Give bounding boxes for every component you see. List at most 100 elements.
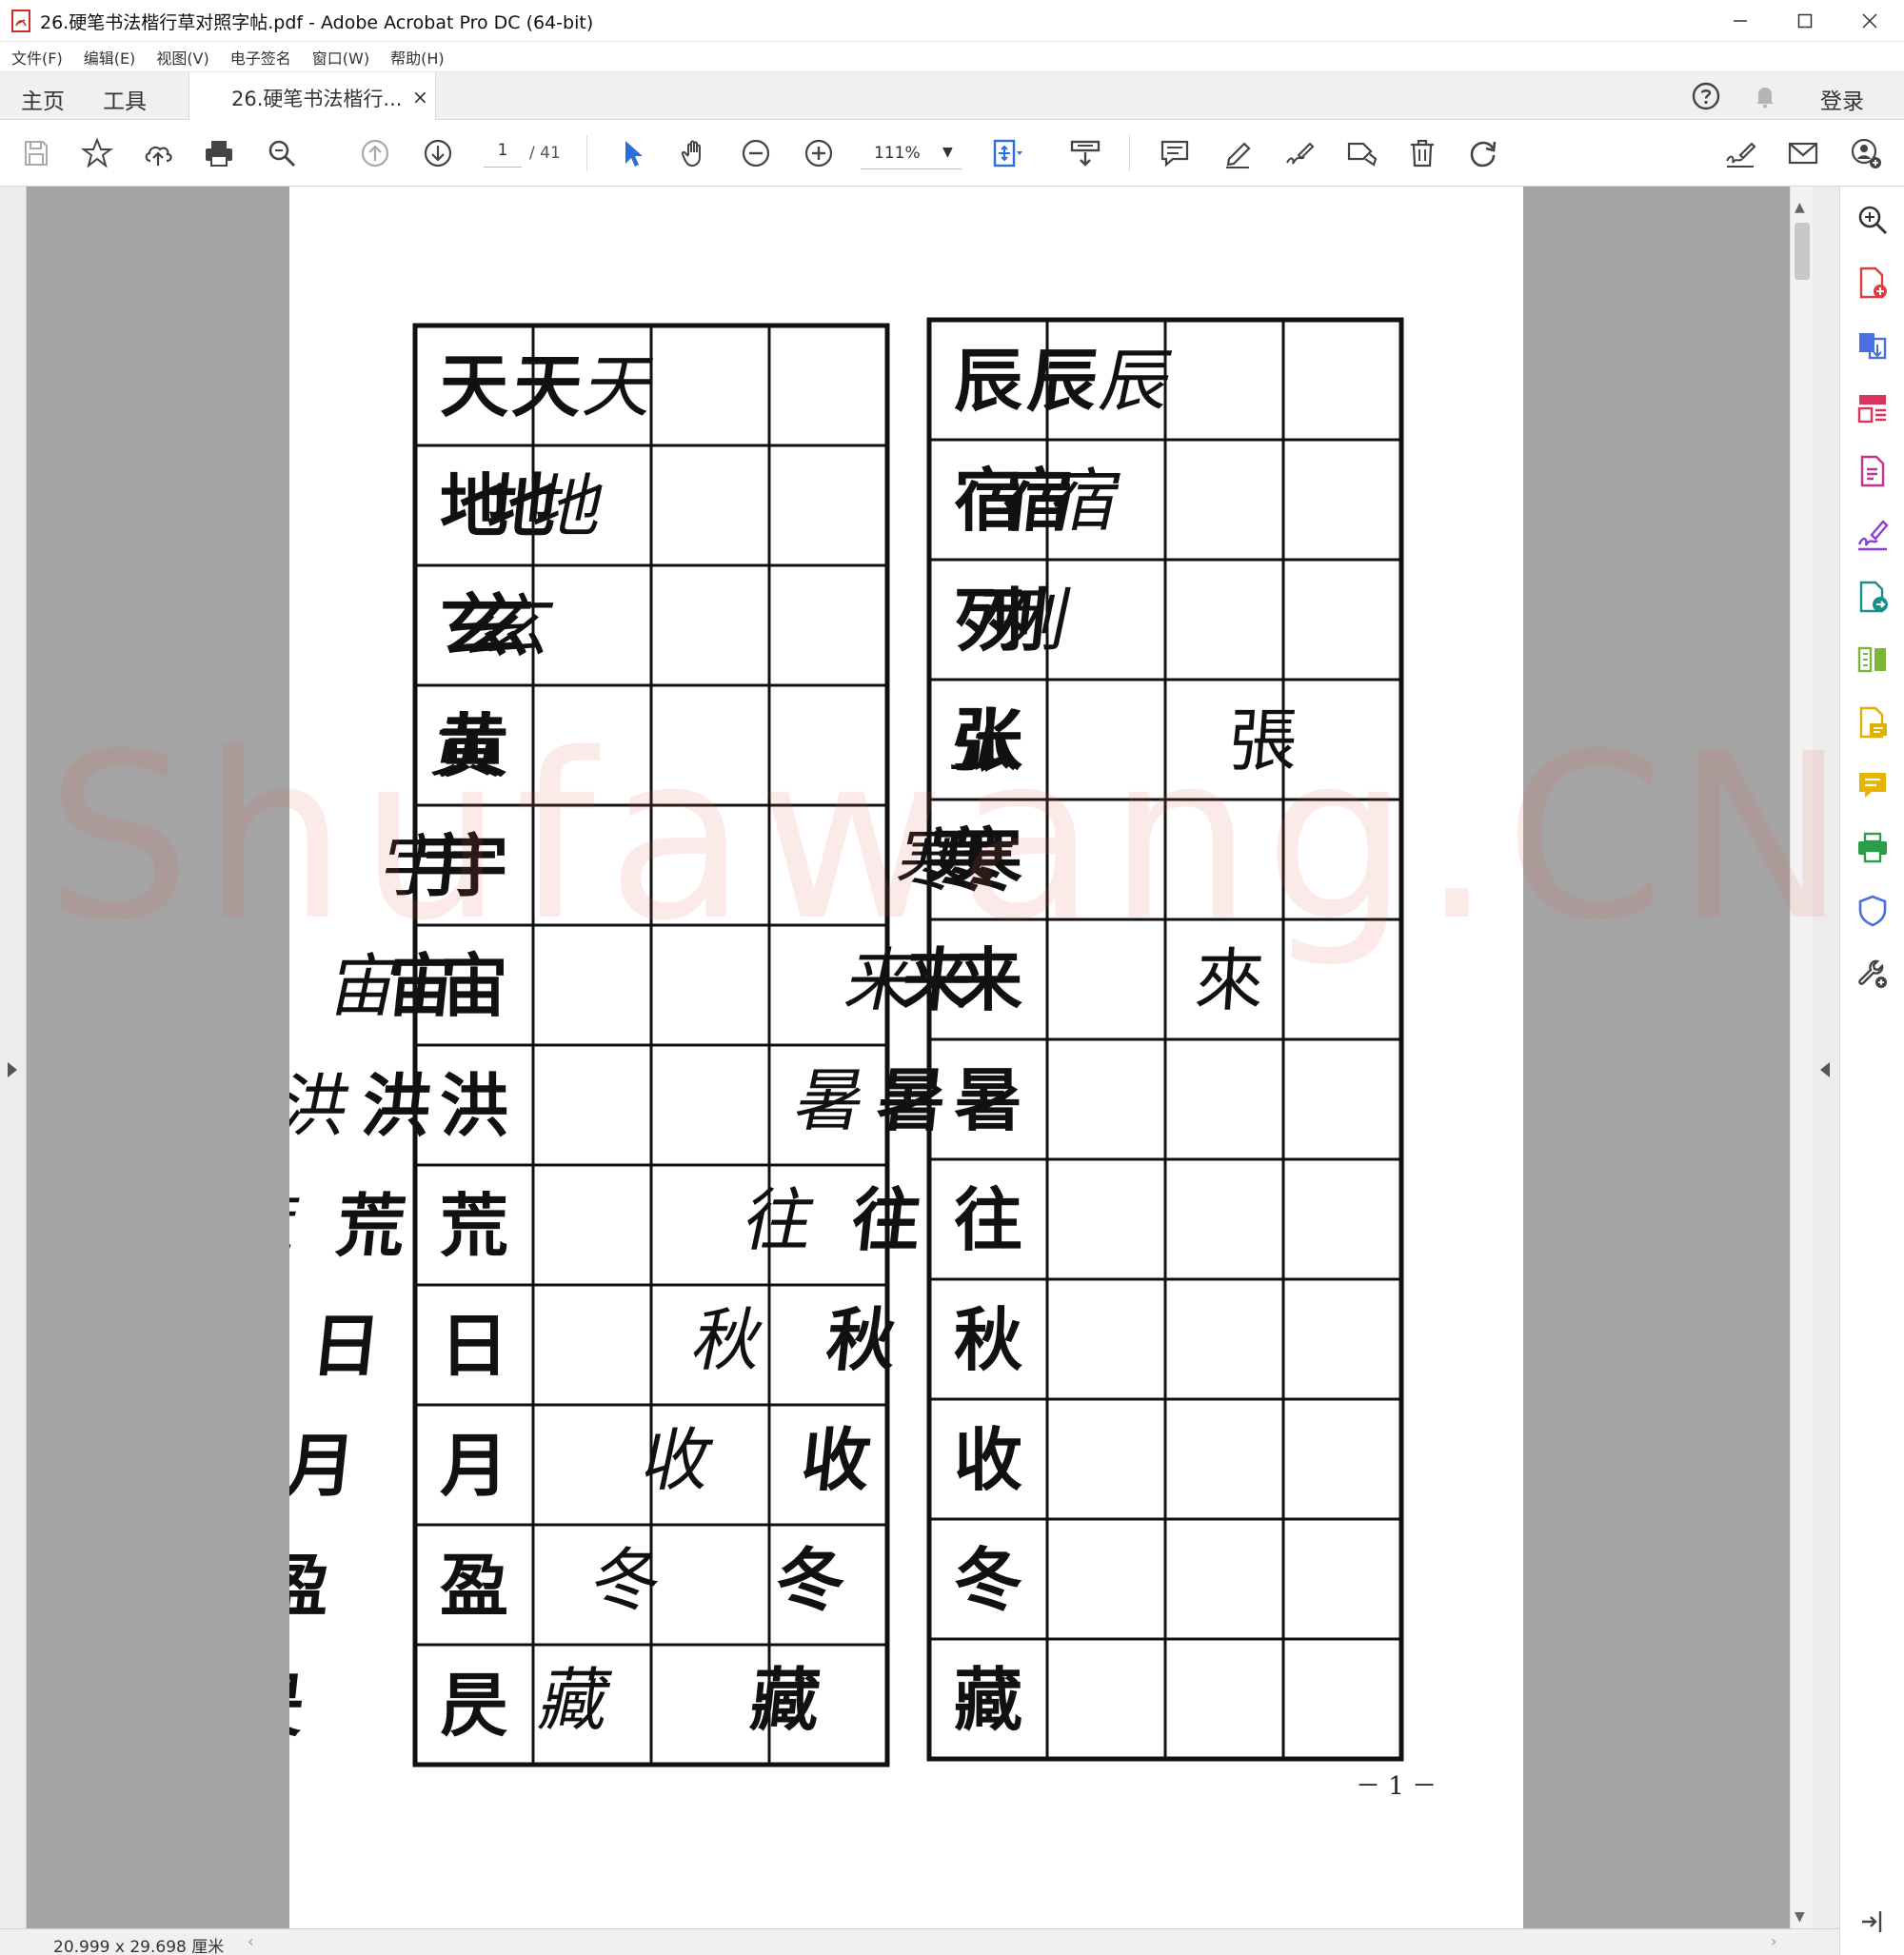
scrollbar-thumb[interactable] [1795, 223, 1810, 280]
sign-icon [1726, 142, 1756, 168]
upload-cloud-button[interactable] [141, 136, 175, 170]
minus-circle-icon [742, 139, 770, 168]
trash-icon [1411, 139, 1434, 168]
scroll-mode-button[interactable] [1068, 136, 1102, 170]
next-page-button[interactable] [421, 136, 455, 170]
menu-help[interactable]: 帮助(H) [390, 46, 445, 69]
menu-edit[interactable]: 编辑(E) [84, 46, 136, 69]
copybook-character: 張 [1226, 701, 1300, 780]
copybook-character: 收 [954, 1419, 1022, 1500]
copybook-character: 洪 [289, 1067, 357, 1147]
status-bar: 20.999 x 29.698 厘米 ‹ › [0, 1928, 1839, 1955]
fill-sign-button[interactable] [1723, 136, 1757, 170]
send-for-comments-button[interactable] [1854, 704, 1891, 741]
draw-button[interactable] [1281, 136, 1316, 170]
vertical-scrollbar[interactable]: ▲ ▼ [1790, 187, 1813, 1928]
create-pdf-button[interactable] [1854, 265, 1891, 301]
copybook-character: 盈 [440, 1545, 508, 1626]
print-production-button[interactable] [1854, 830, 1891, 866]
copybook-character: 秋 [823, 1300, 901, 1381]
add-user-icon [1851, 138, 1881, 168]
copybook-character: 荒 [332, 1186, 409, 1267]
copybook-character: 藏 [954, 1659, 1022, 1740]
highlighter-icon [1226, 142, 1251, 168]
copybook-character: 往 [848, 1180, 925, 1261]
copybook-character: 暑 [954, 1059, 1022, 1140]
compare-files-button[interactable] [1854, 642, 1891, 678]
select-tool-button[interactable] [615, 136, 649, 170]
menu-e-sign[interactable]: 电子签名 [230, 46, 291, 69]
tab-document[interactable]: 26.硬笔书法楷行... × [188, 72, 436, 121]
menu-view[interactable]: 视图(V) [156, 46, 208, 69]
menu-file[interactable]: 文件(F) [11, 46, 63, 69]
scroll-right-arrow-icon[interactable]: › [1771, 1932, 1776, 1950]
organize-pages-button[interactable] [1854, 390, 1891, 426]
comment-tool-button[interactable] [1854, 767, 1891, 803]
close-icon [1862, 13, 1877, 29]
toolbar-divider [1129, 135, 1130, 171]
copybook-character: 秋 [954, 1299, 1022, 1380]
mail-icon [1788, 142, 1818, 165]
protect-button[interactable] [1854, 893, 1891, 929]
star-icon [81, 137, 113, 168]
hand-tool-button[interactable] [678, 136, 712, 170]
notifications-bell-icon[interactable] [1750, 81, 1780, 111]
tab-home[interactable]: 主页 [21, 83, 65, 115]
arrow-down-circle-icon [424, 139, 452, 168]
right-copybook-table: 辰辰辰宿宿宿列列列张张张 張寒寒寒来来来 來暑暑暑往往往秋秋秋收收收冬冬冬藏藏藏 [533, 317, 1404, 1762]
zoom-in-button[interactable] [802, 136, 836, 170]
copybook-character: 藏 [533, 1661, 619, 1741]
left-nav-strip [0, 187, 27, 1928]
copybook-character: 昃 [440, 1665, 508, 1746]
stamp-button[interactable] [1344, 136, 1378, 170]
copybook-character: 月 [289, 1426, 359, 1507]
export-pdf-button[interactable] [1854, 327, 1891, 364]
tab-tools[interactable]: 工具 [103, 83, 147, 115]
tab-close-button[interactable]: × [412, 86, 428, 109]
toolbar: 1 / 41 111% ▼ [0, 120, 1904, 187]
maximize-button[interactable] [1773, 0, 1837, 42]
fit-page-icon [993, 139, 1022, 168]
previous-page-button[interactable] [358, 136, 392, 170]
copybook-character: 冬 [584, 1541, 669, 1621]
rotate-icon [1470, 141, 1497, 168]
collapse-right-panel-icon[interactable] [1820, 1062, 1830, 1077]
close-window-button[interactable] [1837, 0, 1902, 42]
comment-icon [1859, 773, 1886, 798]
edit-pdf-button[interactable] [1854, 453, 1891, 489]
comment-button[interactable] [1158, 136, 1192, 170]
rotate-button[interactable] [1466, 136, 1500, 170]
copybook-character: 天 [509, 346, 586, 427]
copybook-character: 收 [635, 1421, 721, 1501]
share-user-button[interactable] [1849, 136, 1883, 170]
combine-files-button[interactable] [1854, 579, 1891, 615]
scroll-down-arrow-icon[interactable]: ▼ [1795, 1909, 1805, 1925]
right-tools-pane [1839, 187, 1904, 1955]
scroll-up-arrow-icon[interactable]: ▲ [1795, 200, 1805, 215]
fill-sign-tool-button[interactable] [1854, 516, 1891, 552]
menu-window[interactable]: 窗口(W) [312, 46, 369, 69]
print-button[interactable] [202, 136, 236, 170]
collapse-tools-pane-button[interactable] [1854, 1904, 1891, 1940]
help-icon[interactable] [1691, 81, 1721, 111]
minimize-button[interactable] [1708, 0, 1773, 42]
fit-page-button[interactable] [990, 136, 1024, 170]
page-number: － 1 － [1356, 1772, 1438, 1801]
copybook-character: 洪 [440, 1065, 508, 1146]
find-button[interactable] [265, 136, 299, 170]
zoom-tool-button[interactable] [1854, 202, 1891, 238]
zoom-out-button[interactable] [739, 136, 773, 170]
scroll-left-arrow-icon[interactable]: ‹ [248, 1932, 253, 1950]
zoom-dropdown[interactable]: 111% ▼ [861, 141, 962, 169]
more-tools-button[interactable] [1854, 956, 1891, 992]
highlight-button[interactable] [1220, 136, 1255, 170]
email-button[interactable] [1786, 136, 1820, 170]
bookmark-button[interactable] [80, 136, 114, 170]
expand-left-panel-icon[interactable] [8, 1062, 17, 1077]
right-panel-toggle-strip [1813, 187, 1839, 1928]
delete-button[interactable] [1405, 136, 1439, 170]
save-button[interactable] [19, 136, 53, 170]
maximize-icon [1797, 13, 1813, 29]
login-link[interactable]: 登录 [1820, 83, 1864, 115]
page-number-input[interactable]: 1 [484, 141, 522, 168]
